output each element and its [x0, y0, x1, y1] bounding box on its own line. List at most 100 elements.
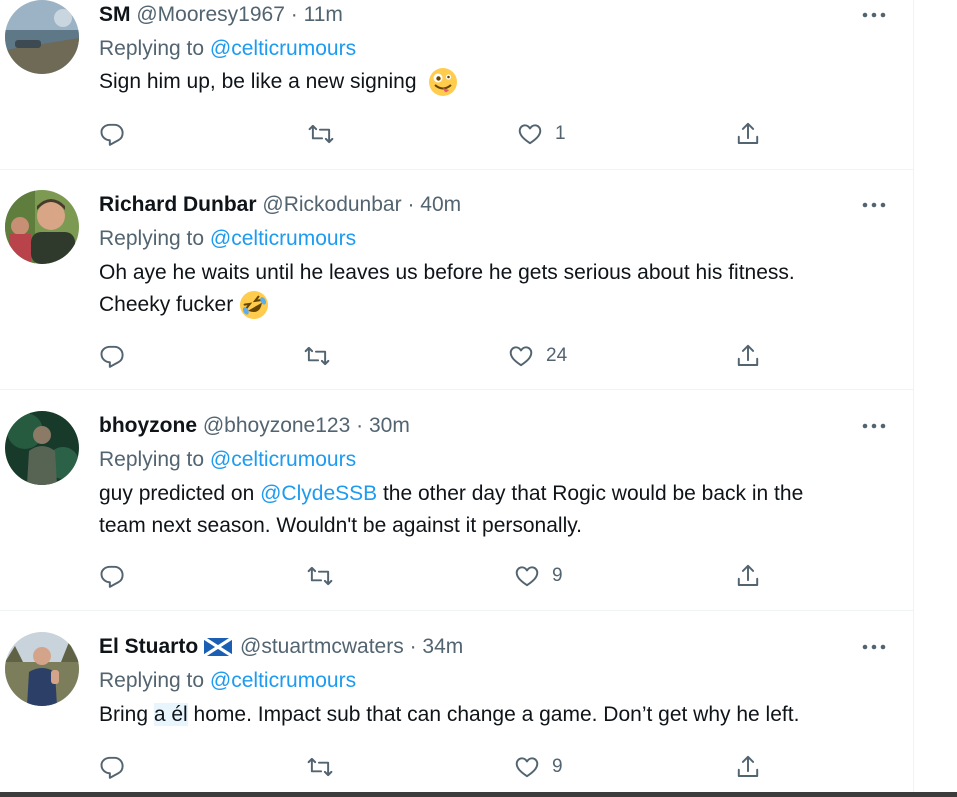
- more-icon: [862, 423, 886, 429]
- retweet-button[interactable]: [304, 339, 330, 373]
- share-icon: [737, 564, 759, 586]
- display-name[interactable]: SM: [99, 3, 131, 26]
- replying-to-label: Replying to: [99, 669, 205, 692]
- like-icon: [509, 346, 533, 367]
- tweet-header: bhoyzone @bhoyzone123 · 30m: [99, 412, 410, 440]
- retweet-icon: [307, 757, 333, 777]
- tweet-text-line-2: team next season. Wouldn't be against it…: [99, 514, 583, 537]
- replying-to-link[interactable]: @celticrumours: [210, 37, 356, 60]
- reply-button[interactable]: [99, 117, 125, 151]
- timestamp[interactable]: 34m: [422, 635, 463, 658]
- tweet-text-line-1: Oh aye he waits until he leaves us befor…: [99, 261, 795, 284]
- reply-icon: [100, 565, 124, 588]
- avatar[interactable]: [5, 411, 79, 485]
- reply-icon: [100, 345, 124, 368]
- share-button[interactable]: [735, 117, 761, 151]
- reply-button[interactable]: [99, 559, 125, 593]
- avatar-image: [5, 632, 79, 706]
- timestamp[interactable]: 30m: [369, 414, 410, 437]
- tweet-header: El Stuarto @stuartmcwaters · 34m: [99, 633, 463, 661]
- replying-to-line: Replying to @celticrumours: [99, 446, 356, 474]
- like-icon: [518, 124, 542, 145]
- share-icon: [737, 755, 759, 777]
- scotland-flag-icon: [204, 638, 233, 657]
- separator-dot: ·: [356, 414, 364, 437]
- replying-to-label: Replying to: [99, 37, 205, 60]
- reply-button[interactable]: [99, 750, 125, 784]
- reply-icon: [100, 756, 124, 779]
- user-handle[interactable]: @Rickodunbar: [262, 193, 401, 216]
- tweet-text-content: Sign him up, be like a new signing: [99, 70, 417, 93]
- more-icon: [862, 12, 886, 18]
- retweet-button[interactable]: [308, 117, 334, 151]
- like-button[interactable]: 9: [514, 750, 563, 784]
- avatar[interactable]: [5, 190, 79, 264]
- replying-to-link[interactable]: @celticrumours: [210, 669, 356, 692]
- avatar-image: [5, 0, 79, 74]
- separator-dot: ·: [407, 193, 415, 216]
- more-icon: [862, 644, 886, 650]
- replying-to-link[interactable]: @celticrumours: [210, 227, 356, 250]
- more-icon: [862, 202, 886, 208]
- share-icon: [737, 122, 759, 144]
- avatar[interactable]: [5, 632, 79, 706]
- like-count: 24: [546, 345, 568, 366]
- mention-link[interactable]: @ClydeSSB: [260, 482, 377, 505]
- tweet-text-after: home. Impact sub that can change a game.…: [187, 703, 800, 726]
- user-handle[interactable]: @stuartmcwaters: [240, 635, 404, 658]
- tweet-text-prefix: guy predicted on: [99, 482, 261, 505]
- avatar-image: [5, 411, 79, 485]
- separator-dot: ·: [290, 3, 298, 26]
- like-icon: [515, 566, 539, 587]
- tweet-text: guy predicted on @ClydeSSB the other day…: [99, 478, 899, 542]
- tweet-text-line-2: Cheeky fucker: [99, 289, 899, 321]
- user-handle[interactable]: @bhoyzone123: [203, 414, 350, 437]
- retweet-icon: [304, 346, 330, 366]
- user-handle[interactable]: @Mooresy1967: [136, 3, 285, 26]
- tweet-header: Richard Dunbar @Rickodunbar · 40m: [99, 191, 461, 219]
- tweet-text-line-1: guy predicted on @ClydeSSB the other day…: [99, 478, 899, 510]
- reply-button[interactable]: [99, 339, 125, 373]
- more-options-button[interactable]: [858, 193, 890, 217]
- separator-dot: ·: [409, 635, 417, 658]
- tweet-2[interactable]: Richard Dunbar @Rickodunbar · 40m Replyi…: [0, 170, 913, 390]
- retweet-button[interactable]: [307, 750, 333, 784]
- tweet-header: SM @Mooresy1967 · 11m: [99, 1, 343, 29]
- more-options-button[interactable]: [858, 414, 890, 438]
- share-button[interactable]: [735, 339, 761, 373]
- share-button[interactable]: [735, 750, 761, 784]
- timestamp[interactable]: 40m: [420, 193, 461, 216]
- like-button[interactable]: 24: [508, 339, 567, 373]
- retweet-icon: [307, 566, 333, 586]
- tweet-text: Oh aye he waits until he leaves us befor…: [99, 257, 899, 321]
- retweet-icon: [308, 124, 334, 144]
- retweet-button[interactable]: [307, 559, 333, 593]
- tweet-text-before: Bring: [99, 703, 154, 726]
- display-name[interactable]: El Stuarto: [99, 635, 198, 658]
- tweet-3[interactable]: bhoyzone @bhoyzone123 · 30m Replying to …: [0, 390, 913, 611]
- replying-to-line: Replying to @celticrumours: [99, 225, 356, 253]
- zany-face-emoji: [429, 68, 458, 97]
- replying-to-link[interactable]: @celticrumours: [210, 448, 356, 471]
- display-name[interactable]: bhoyzone: [99, 414, 197, 437]
- share-button[interactable]: [735, 559, 761, 593]
- timestamp[interactable]: 11m: [304, 3, 343, 26]
- reply-icon: [100, 123, 124, 146]
- tweet-4[interactable]: El Stuarto @stuartmcwaters · 34m Replyin…: [0, 611, 913, 792]
- more-options-button[interactable]: [858, 3, 890, 27]
- like-count: 1: [555, 123, 566, 144]
- selected-text-highlight: a él: [153, 703, 188, 726]
- replying-to-label: Replying to: [99, 448, 205, 471]
- replying-to-line: Replying to @celticrumours: [99, 667, 356, 695]
- tweet-text-line-1-rest: the other day that Rogic would be back i…: [377, 482, 804, 505]
- bottom-bar: [0, 792, 957, 797]
- avatar[interactable]: [5, 0, 79, 74]
- display-name[interactable]: Richard Dunbar: [99, 193, 257, 216]
- more-options-button[interactable]: [858, 635, 890, 659]
- like-button[interactable]: 9: [514, 559, 563, 593]
- like-count: 9: [552, 756, 563, 777]
- timeline-feed: SM @Mooresy1967 · 11m Replying to @celti…: [0, 0, 914, 792]
- like-button[interactable]: 1: [517, 117, 566, 151]
- tweet-1[interactable]: SM @Mooresy1967 · 11m Replying to @celti…: [0, 0, 913, 170]
- like-count: 9: [552, 565, 563, 586]
